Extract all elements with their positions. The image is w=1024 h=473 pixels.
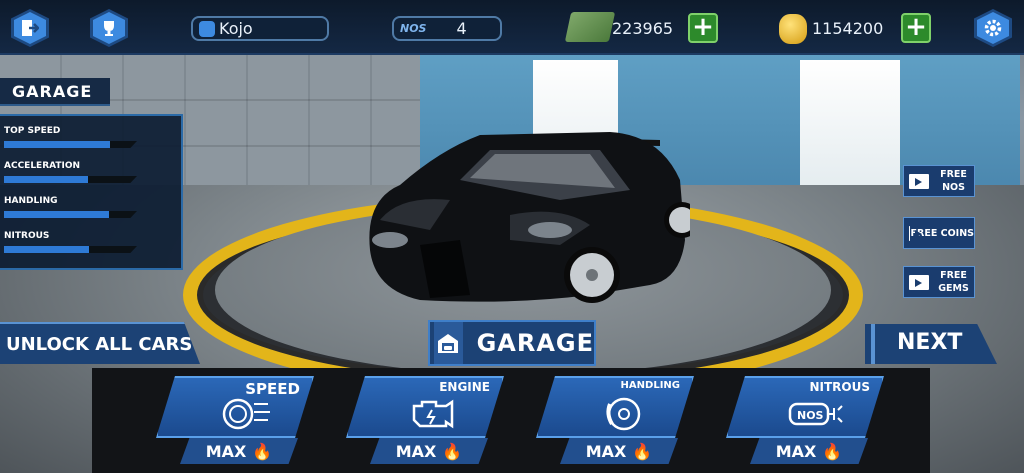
stat-label: ACCELERATION: [4, 161, 81, 171]
garage-button-label: GARAGE: [476, 329, 594, 357]
coins-icon: [779, 14, 807, 44]
free-nos-line1: FREE: [940, 169, 967, 180]
free-gems-line2: GEMS: [938, 283, 969, 294]
video-ad-icon: [909, 173, 929, 189]
garage-button[interactable]: GARAGE: [428, 320, 596, 366]
player-car: [369, 132, 690, 303]
brake-disc-icon: [606, 397, 641, 431]
nos-value: 4: [456, 19, 467, 38]
settings-button[interactable]: [973, 8, 1013, 48]
garage-door-right: [800, 60, 900, 190]
upgrade-handling[interactable]: HANDLING MAX 🔥: [516, 376, 694, 466]
cash-counter: 223965: [612, 16, 688, 41]
trophy-icon: [104, 21, 114, 36]
nos-bottle-icon: NOS: [788, 402, 843, 426]
upgrade-status: MAX 🔥: [370, 438, 488, 464]
garage-title: GARAGE: [0, 78, 110, 106]
engine-icon: [412, 399, 454, 429]
car-stats-panel: TOP SPEED ACCELERATION HANDLING NITROUS: [0, 114, 183, 270]
trophy-button[interactable]: [89, 8, 129, 48]
flame-icon: 🔥: [822, 441, 843, 461]
coins-counter: 1154200: [812, 16, 900, 41]
stat-top-speed: TOP SPEED: [4, 126, 144, 148]
upgrade-status-label: MAX: [205, 441, 247, 461]
free-nos-button[interactable]: FREE NOS: [903, 165, 975, 197]
upgrade-status-label: MAX: [775, 441, 817, 461]
exit-button[interactable]: [10, 8, 50, 48]
add-coins-button[interactable]: +: [901, 13, 931, 43]
flame-icon: 🔥: [252, 441, 273, 461]
free-coins-button[interactable]: FREE COINS: [903, 217, 975, 249]
cash-icon: [564, 12, 616, 42]
upgrade-name: HANDLING: [620, 380, 680, 391]
speedometer-icon: [222, 398, 270, 430]
stat-bar-fill: [4, 211, 110, 218]
stat-label: HANDLING: [4, 196, 58, 206]
add-cash-button[interactable]: +: [688, 13, 718, 43]
flame-icon: 🔥: [442, 441, 463, 461]
player-avatar-icon: [199, 20, 215, 37]
free-gems-line1: FREE: [940, 270, 967, 281]
coins-value: 1154200: [812, 19, 884, 38]
upgrade-status-label: MAX: [585, 441, 627, 461]
stat-nitrous: NITROUS: [4, 231, 144, 253]
top-bar: Kojo NOS 4 223965 + 1154200 +: [0, 0, 1024, 55]
unlock-all-cars-label: UNLOCK ALL CARS: [6, 334, 193, 355]
stat-bar-fill: [4, 246, 90, 253]
upgrade-engine[interactable]: ENGINE MAX 🔥: [326, 376, 504, 466]
svg-text:NOS: NOS: [797, 409, 824, 422]
video-ad-icon: [909, 225, 916, 241]
stat-handling: HANDLING: [4, 196, 144, 218]
unlock-all-cars-button[interactable]: UNLOCK ALL CARS: [0, 322, 200, 364]
free-gems-button[interactable]: FREE GEMS: [903, 266, 975, 298]
stat-bar-fill: [4, 141, 111, 148]
stat-label: NITROUS: [4, 231, 50, 241]
upgrade-status-label: MAX: [395, 441, 437, 461]
flame-icon: 🔥: [632, 441, 653, 461]
stat-bar-fill: [4, 176, 88, 183]
player-name-field[interactable]: Kojo: [191, 16, 329, 41]
next-button[interactable]: NEXT: [865, 324, 997, 364]
player-name: Kojo: [219, 19, 253, 38]
upgrade-nitrous[interactable]: NITROUS NOS MAX 🔥: [706, 376, 884, 466]
upgrade-status: MAX 🔥: [180, 438, 298, 464]
upgrade-speed[interactable]: SPEED MAX 🔥: [136, 376, 314, 466]
next-label: NEXT: [897, 330, 963, 355]
video-ad-icon: [909, 274, 929, 290]
upgrade-status: MAX 🔥: [560, 438, 678, 464]
nos-counter: NOS 4: [392, 16, 502, 41]
stat-acceleration: ACCELERATION: [4, 161, 144, 183]
nos-label: NOS: [400, 22, 427, 35]
upgrade-status: MAX 🔥: [750, 438, 868, 464]
garage-icon: [434, 322, 463, 364]
stat-label: TOP SPEED: [4, 126, 61, 136]
gear-icon: [984, 19, 1002, 37]
free-nos-line2: NOS: [942, 182, 965, 193]
cash-value: 223965: [612, 19, 674, 38]
exit-icon: [22, 20, 39, 36]
